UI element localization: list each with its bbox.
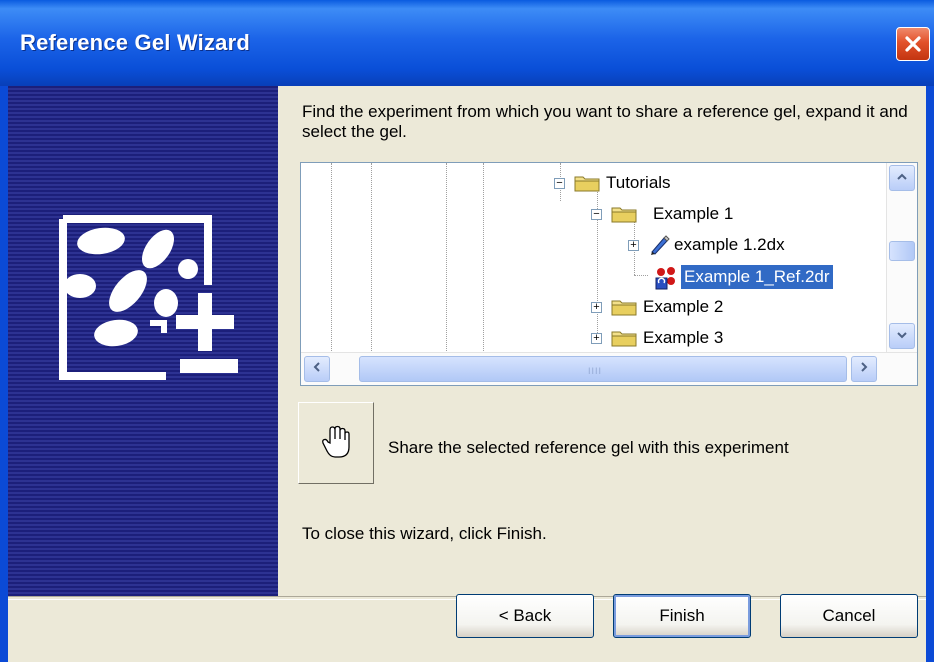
tree-node-label: Example 1: [653, 204, 734, 223]
vertical-scrollbar[interactable]: [886, 163, 917, 353]
tree-node-label: Example 2: [643, 297, 724, 316]
finish-button[interactable]: Finish: [613, 594, 751, 638]
title-bar[interactable]: Reference Gel Wizard: [0, 0, 934, 86]
pen-icon: [651, 235, 670, 255]
hand-pointer-icon: [322, 425, 350, 458]
scroll-right-button[interactable]: [851, 356, 877, 382]
window-frame-left-bottom: [0, 596, 8, 662]
tree-guide-line: [371, 163, 372, 353]
chevron-down-icon: [897, 332, 907, 339]
tree-node-label: Tutorials: [606, 173, 671, 192]
expand-toggle[interactable]: +: [591, 302, 602, 313]
cancel-button[interactable]: Cancel: [780, 594, 918, 638]
window-frame-right: [926, 86, 934, 662]
tree-guide-line: [331, 163, 332, 353]
scroll-up-button[interactable]: [889, 165, 915, 191]
wizard-window: Reference Gel Wizard Find the experiment…: [0, 0, 934, 662]
folder-icon: [611, 207, 637, 223]
vertical-scroll-thumb[interactable]: [889, 241, 915, 261]
close-button[interactable]: [896, 27, 930, 61]
collapse-toggle[interactable]: −: [554, 178, 565, 189]
chevron-up-icon: [897, 173, 907, 180]
tree-node-label: example 1.2dx: [674, 235, 785, 254]
folder-icon: [611, 300, 637, 316]
horizontal-scrollbar[interactable]: IIII: [301, 352, 917, 385]
folder-icon: [574, 176, 600, 192]
scroll-down-button[interactable]: [889, 323, 915, 349]
window-frame-left: [0, 86, 8, 596]
tree-guide-line: [483, 163, 484, 353]
tree-node-label-selected: Example 1_Ref.2dr: [681, 265, 833, 289]
scroll-left-button[interactable]: [304, 356, 330, 382]
back-button[interactable]: < Back: [456, 594, 594, 638]
gel-plus-minus-icon: [59, 215, 238, 380]
share-description: Share the selected reference gel with th…: [388, 438, 789, 457]
experiment-tree[interactable]: − Tutorials − Example 1 + example 1.2dx: [300, 162, 918, 386]
expand-toggle[interactable]: +: [628, 240, 639, 251]
expand-toggle[interactable]: +: [591, 333, 602, 344]
wizard-side-panel: [8, 86, 278, 596]
close-hint-text: To close this wizard, click Finish.: [302, 524, 547, 543]
chevron-left-icon: [313, 362, 320, 372]
chevron-right-icon: [861, 362, 868, 372]
folder-icon: [611, 331, 637, 347]
tree-guide-line: [446, 163, 447, 353]
window-title: Reference Gel Wizard: [20, 30, 250, 55]
share-reference-gel-button[interactable]: [298, 402, 374, 484]
horizontal-scroll-thumb[interactable]: IIII: [359, 356, 847, 382]
instruction-text: Find the experiment from which you want …: [302, 102, 908, 141]
reference-gel-icon: [655, 267, 675, 290]
tree-node-label: Example 3: [643, 328, 724, 347]
tree-guide-line: [634, 275, 648, 276]
close-icon: [905, 36, 921, 52]
collapse-toggle[interactable]: −: [591, 209, 602, 220]
